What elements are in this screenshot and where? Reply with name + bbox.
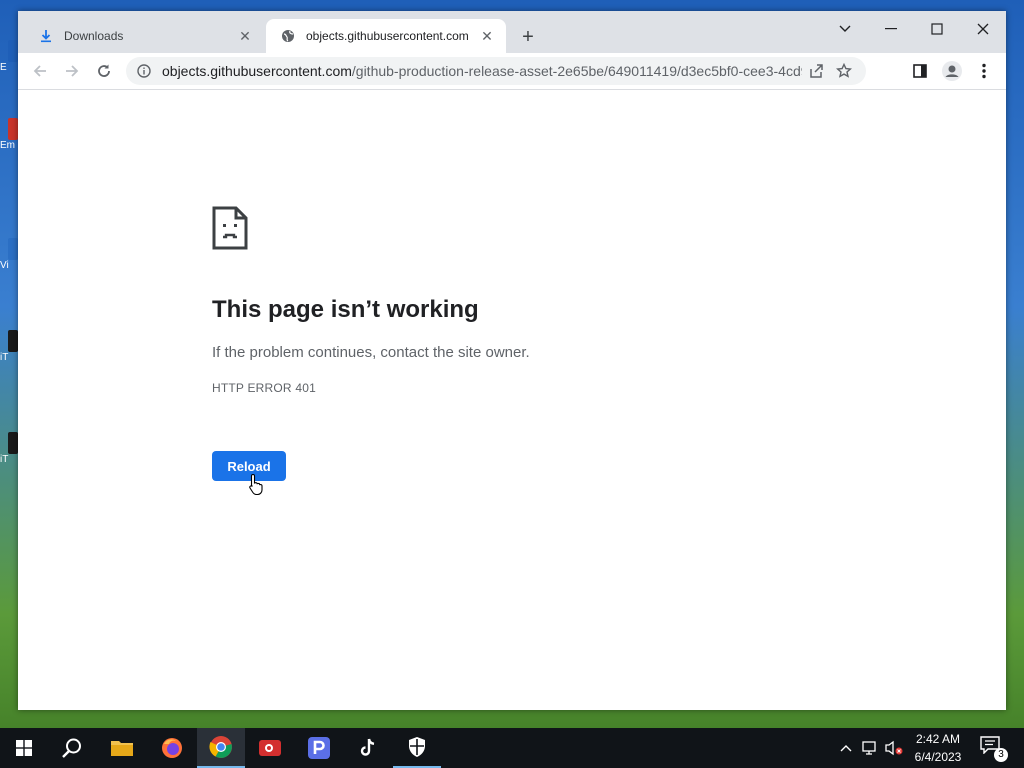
back-button[interactable]	[26, 57, 54, 85]
share-icon[interactable]	[802, 59, 830, 83]
clock-date: 6/4/2023	[914, 750, 962, 764]
browser-toolbar: objects.githubusercontent.com/github-pro…	[18, 53, 1006, 90]
start-icon	[16, 740, 32, 756]
taskbar-security[interactable]	[393, 728, 441, 768]
desktop-icon-label: E	[0, 62, 7, 73]
menu-button[interactable]	[970, 57, 998, 85]
bookmark-star-icon[interactable]	[830, 59, 858, 83]
tab-title: Downloads	[64, 29, 124, 43]
start-button[interactable]	[0, 728, 48, 768]
show-hidden-icons-button[interactable]	[836, 738, 856, 758]
close-tab-icon[interactable]: ✕	[236, 27, 254, 45]
error-code: HTTP ERROR 401	[212, 381, 316, 395]
site-info-icon[interactable]	[136, 63, 152, 79]
desktop-icon-label: iT	[0, 454, 9, 465]
error-page: This page isn’t working If the problem c…	[18, 90, 1006, 710]
network-icon[interactable]	[860, 738, 880, 758]
taskbar-search-button[interactable]	[48, 728, 96, 768]
taskbar-file-explorer[interactable]	[98, 728, 146, 768]
side-panel-icon	[913, 64, 927, 78]
notification-count-badge: 3	[994, 748, 1008, 762]
search-icon	[62, 738, 81, 758]
taskbar-firefox[interactable]	[148, 728, 196, 768]
taskbar-screen-recorder[interactable]	[246, 728, 294, 768]
profile-button[interactable]	[938, 57, 966, 85]
taskbar-tiktok[interactable]	[344, 728, 392, 768]
arrow-left-icon	[33, 65, 46, 77]
url-host: objects.githubusercontent.com	[162, 63, 352, 79]
side-panel-button[interactable]	[906, 57, 934, 85]
tab-objects-githubusercontent[interactable]: objects.githubusercontent.com ✕	[266, 19, 506, 53]
globe-icon	[280, 28, 296, 44]
url-path: /github-production-release-asset-2e65be/…	[351, 63, 802, 79]
desktop-icon-label: iT	[0, 352, 9, 363]
chevron-up-icon	[840, 745, 852, 752]
address-url[interactable]: objects.githubusercontent.com/github-pro…	[162, 63, 802, 79]
p-app-icon	[308, 737, 330, 759]
browser-window: Downloads ✕ objects.githubusercontent.co…	[18, 11, 1006, 710]
chrome-icon	[209, 736, 232, 758]
more-vert-icon	[982, 63, 986, 79]
desktop-icon-fragment[interactable]: iT	[0, 330, 18, 363]
close-tab-icon[interactable]: ✕	[478, 27, 496, 45]
tiktok-icon	[360, 738, 375, 756]
page-title: This page isn’t working	[212, 296, 479, 323]
new-tab-button[interactable]: +	[516, 25, 540, 49]
file-explorer-icon	[111, 741, 133, 756]
clock-time: 2:42 AM	[915, 732, 961, 746]
address-bar[interactable]: objects.githubusercontent.com/github-pro…	[126, 57, 866, 85]
desktop-icon-fragment[interactable]: E	[0, 40, 18, 73]
screen-recorder-icon	[259, 740, 281, 756]
firefox-icon	[162, 738, 182, 758]
desktop-icon-fragment[interactable]: iT	[0, 432, 18, 465]
desktop-icon-fragment[interactable]: Em	[0, 118, 18, 151]
tab-downloads[interactable]: Downloads ✕	[24, 19, 264, 53]
error-description: If the problem continues, contact the si…	[212, 344, 530, 361]
desktop-icon-label: Em	[0, 140, 15, 151]
forward-button[interactable]	[58, 57, 86, 85]
refresh-icon	[98, 64, 110, 77]
taskbar-p-app[interactable]	[295, 728, 343, 768]
maximize-icon	[931, 23, 943, 35]
desktop-icon-label: Vi	[0, 260, 9, 271]
minimize-button[interactable]	[868, 15, 914, 43]
arrow-right-icon	[66, 65, 79, 77]
minimize-icon	[885, 28, 897, 30]
tab-title: objects.githubusercontent.com	[306, 29, 469, 43]
reload-toolbar-button[interactable]	[90, 57, 118, 85]
chevron-down-icon	[839, 25, 851, 32]
volume-muted-icon[interactable]	[884, 738, 904, 758]
security-shield-icon	[409, 737, 425, 757]
system-clock[interactable]: 2:42 AM 6/4/2023	[904, 730, 972, 766]
close-window-button[interactable]	[960, 15, 1006, 43]
avatar	[942, 61, 962, 81]
close-icon	[977, 23, 989, 35]
maximize-button[interactable]	[914, 15, 960, 43]
tab-strip: Downloads ✕ objects.githubusercontent.co…	[18, 11, 1006, 53]
desktop-icon-fragment[interactable]: Vi	[0, 238, 18, 271]
taskbar: 2:42 AM 6/4/2023 3	[0, 728, 1024, 768]
tab-search-button[interactable]	[830, 15, 860, 43]
hand-cursor-icon	[249, 473, 263, 495]
sad-page-icon	[212, 206, 248, 250]
download-icon	[38, 28, 54, 44]
taskbar-chrome[interactable]	[197, 728, 245, 768]
